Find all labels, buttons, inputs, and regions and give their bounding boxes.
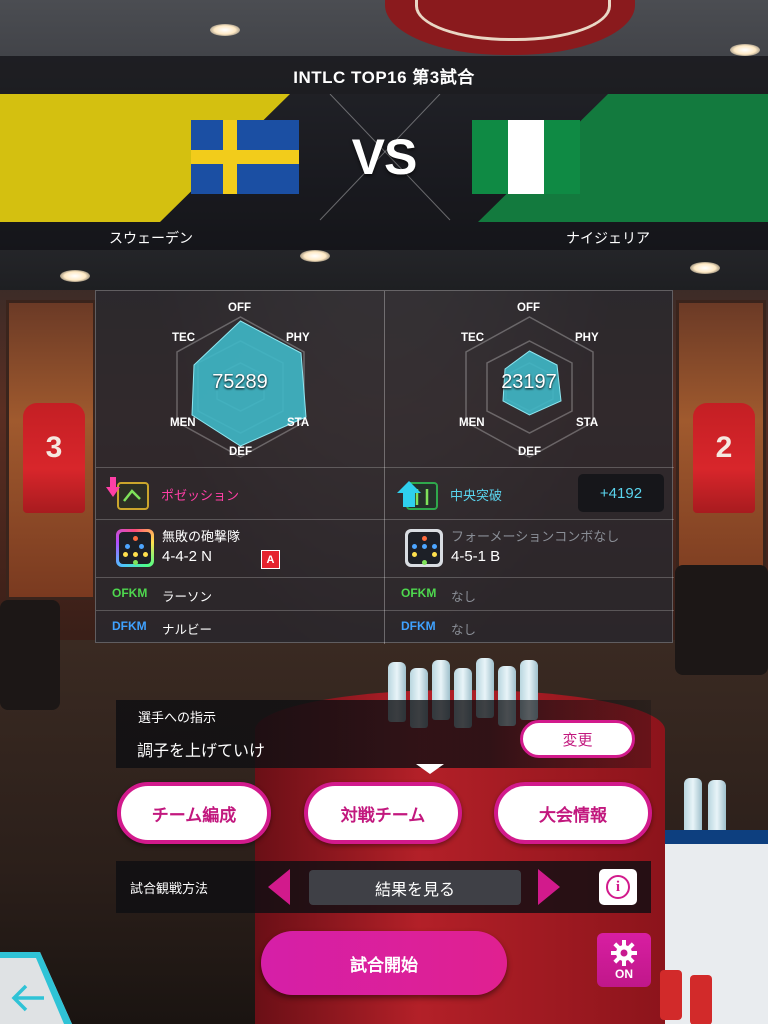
play-style-label: 中央突破 xyxy=(450,489,503,504)
arrow-right-icon[interactable] xyxy=(538,869,560,905)
formation-combo-name: 無敗の砲撃隊 xyxy=(162,530,241,545)
vs-label: VS xyxy=(351,129,418,185)
radar-axis-label: OFF xyxy=(228,302,251,314)
radar-axis-label: PHY xyxy=(575,332,599,344)
auto-settings-button[interactable]: ON xyxy=(597,933,651,987)
sweden-flag xyxy=(191,120,299,194)
arrow-left-icon[interactable] xyxy=(268,869,290,905)
settings-state-label: ON xyxy=(615,966,633,981)
radar-axis-label: PHY xyxy=(286,332,310,344)
bench xyxy=(675,565,768,675)
instruction-value: 調子を上げていけ xyxy=(137,741,266,760)
radar-axis-label: TEC xyxy=(172,332,195,344)
radar-axis-label: STA xyxy=(287,417,310,429)
formation-name: 4-5-1 B xyxy=(451,548,501,565)
ofk-player-name: ラーソン xyxy=(162,589,213,604)
home-team-summary: OFF PHY STA DEF MEN TEC 75289 ポゼッション 無敗の… xyxy=(96,291,385,644)
versus-band: VS スウェーデン ナイジェリア xyxy=(0,94,768,250)
dfk-player-name: ナルビー xyxy=(162,622,213,637)
nigeria-flag xyxy=(472,120,580,194)
free-kick-offense-row: OFKM なし xyxy=(385,577,674,610)
power-bonus-value: +4192 xyxy=(578,474,664,512)
match-title: INTLC TOP16 第3試合 xyxy=(293,67,475,87)
dfkm-tag: DFKM xyxy=(401,619,436,633)
ceiling-light xyxy=(60,270,90,282)
radar-axis-label: MEN xyxy=(459,417,485,429)
formation-icon xyxy=(405,529,443,567)
ceiling-light xyxy=(730,44,760,56)
locker-right: 2 xyxy=(676,300,766,600)
opponent-team-button[interactable]: 対戦チーム xyxy=(304,782,462,844)
radar-axis-label: STA xyxy=(576,417,599,429)
free-kick-defense-row: DFKM ナルビー xyxy=(96,610,385,644)
home-team-name: スウェーデン xyxy=(109,230,193,246)
team-comparison-panel: OFF PHY STA DEF MEN TEC 75289 ポゼッション 無敗の… xyxy=(95,290,674,644)
ceiling-light xyxy=(690,262,720,274)
instruction-label: 選手への指示 xyxy=(138,711,217,726)
radar-axis-label: OFF xyxy=(517,302,540,314)
dfk-player-name: なし xyxy=(451,622,477,637)
free-kick-offense-row: OFKM ラーソン xyxy=(96,577,385,610)
free-kick-defense-row: DFKM なし xyxy=(385,610,674,644)
rank-badge: A xyxy=(261,550,280,569)
radar-axis-label: DEF xyxy=(229,446,252,458)
info-button[interactable]: i xyxy=(599,869,637,905)
back-button[interactable] xyxy=(0,952,72,1024)
play-style-row: ポゼッション xyxy=(96,467,385,519)
formation-name: 4-4-2 N xyxy=(162,548,213,565)
play-style-label: ポゼッション xyxy=(161,489,240,504)
team-power-score: 23197 xyxy=(501,371,557,393)
ceiling-light xyxy=(300,250,330,262)
formation-row: フォーメーションコンボなし 4-5-1 B xyxy=(385,519,674,577)
away-team-name: ナイジェリア xyxy=(566,230,650,246)
watch-mode-label: 試合観戦方法 xyxy=(130,882,209,897)
team-power-score: 75289 xyxy=(212,371,268,393)
info-icon: i xyxy=(606,875,630,899)
ofkm-tag: OFKM xyxy=(112,586,148,600)
tournament-info-button[interactable]: 大会情報 xyxy=(494,782,652,844)
water-bottle xyxy=(684,778,702,838)
formation-row: 無敗の砲撃隊 4-4-2 N A xyxy=(96,519,385,577)
away-team-summary: OFF PHY STA DEF MEN TEC 23197 中央突破 +4192 xyxy=(385,291,674,644)
formation-combo-icon xyxy=(116,529,154,567)
away-radar-chart: OFF PHY STA DEF MEN TEC 23197 xyxy=(385,291,674,467)
central-break-icon xyxy=(397,481,438,510)
start-match-button[interactable]: 試合開始 xyxy=(261,931,507,995)
radar-axis-label: DEF xyxy=(518,446,541,458)
formation-combo-name: フォーメーションコンボなし xyxy=(451,530,620,545)
ofkm-tag: OFKM xyxy=(401,586,437,600)
match-title-bar: INTLC TOP16 第3試合 xyxy=(0,56,768,94)
drink-bottle xyxy=(690,975,712,1024)
possession-icon xyxy=(106,477,149,510)
watch-mode-selector: 試合観戦方法 結果を見る i xyxy=(116,861,651,913)
dfkm-tag: DFKM xyxy=(112,619,147,633)
chevron-down-icon xyxy=(416,764,444,774)
gear-icon xyxy=(611,939,637,966)
radar-axis-label: TEC xyxy=(461,332,484,344)
radar-axis-label: MEN xyxy=(170,417,196,429)
play-style-row: 中央突破 +4192 xyxy=(385,467,674,519)
team-edit-button[interactable]: チーム編成 xyxy=(117,782,271,844)
home-radar-chart: OFF PHY STA DEF MEN TEC 75289 xyxy=(96,291,385,467)
ofk-player-name: なし xyxy=(451,589,477,604)
watch-mode-value: 結果を見る xyxy=(309,870,521,905)
bench xyxy=(0,600,60,710)
locker-left: 3 xyxy=(6,300,96,600)
drink-bottle xyxy=(660,970,682,1020)
ceiling-light xyxy=(210,24,240,36)
change-instruction-button[interactable]: 変更 xyxy=(520,720,635,758)
